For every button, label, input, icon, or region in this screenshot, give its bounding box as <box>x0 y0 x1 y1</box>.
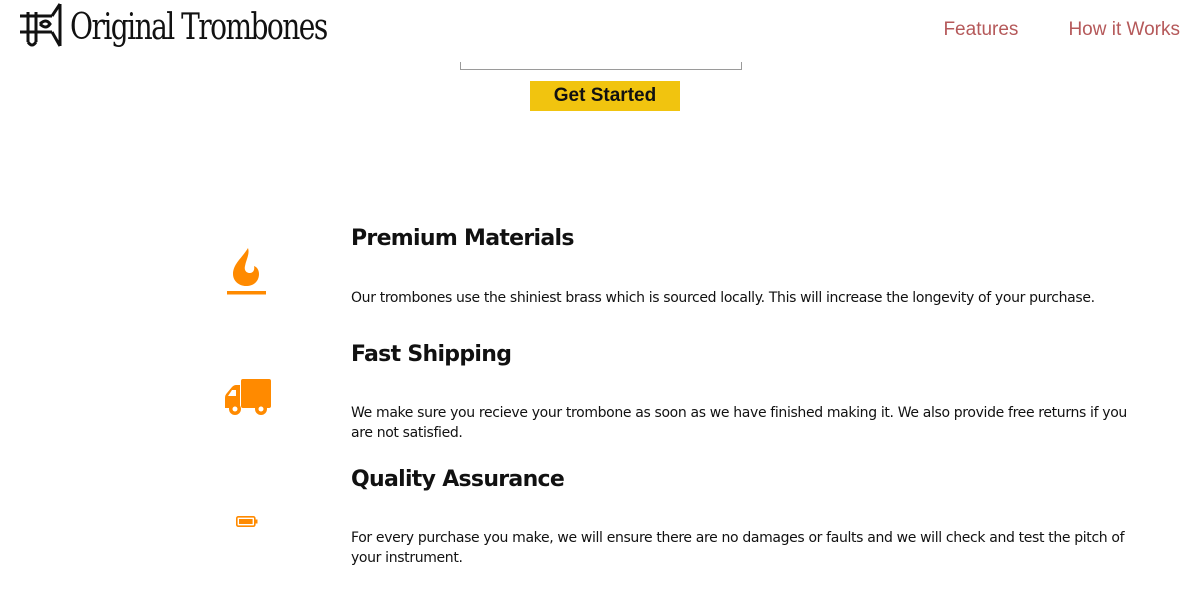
trombone-logo-icon <box>20 3 62 47</box>
site-header: Original Trombones Features How it Works <box>0 0 1192 62</box>
feature-title-premium-materials: Premium Materials <box>351 226 574 251</box>
feature-description-premium-materials: Our trombones use the shiniest brass whi… <box>351 290 1095 306</box>
feature-description-fast-shipping: We make sure you recieve your trombone a… <box>351 405 1127 441</box>
fire-icon <box>227 248 266 295</box>
get-started-button[interactable]: Get Started <box>530 81 680 111</box>
feature-title-quality-assurance: Quality Assurance <box>351 467 565 492</box>
feature-title-fast-shipping: Fast Shipping <box>351 342 512 367</box>
feature-description-quality-assurance: For every purchase you make, we will ens… <box>351 530 1125 566</box>
battery-icon <box>236 516 258 527</box>
nav-link-how-it-works[interactable]: How it Works <box>1068 19 1180 41</box>
brand-name: Original Trombones <box>70 7 328 48</box>
nav-link-features[interactable]: Features <box>943 19 1018 41</box>
main-nav: Features How it Works <box>893 19 1180 41</box>
brand-logo[interactable]: Original Trombones <box>18 2 399 54</box>
truck-icon <box>225 379 271 415</box>
